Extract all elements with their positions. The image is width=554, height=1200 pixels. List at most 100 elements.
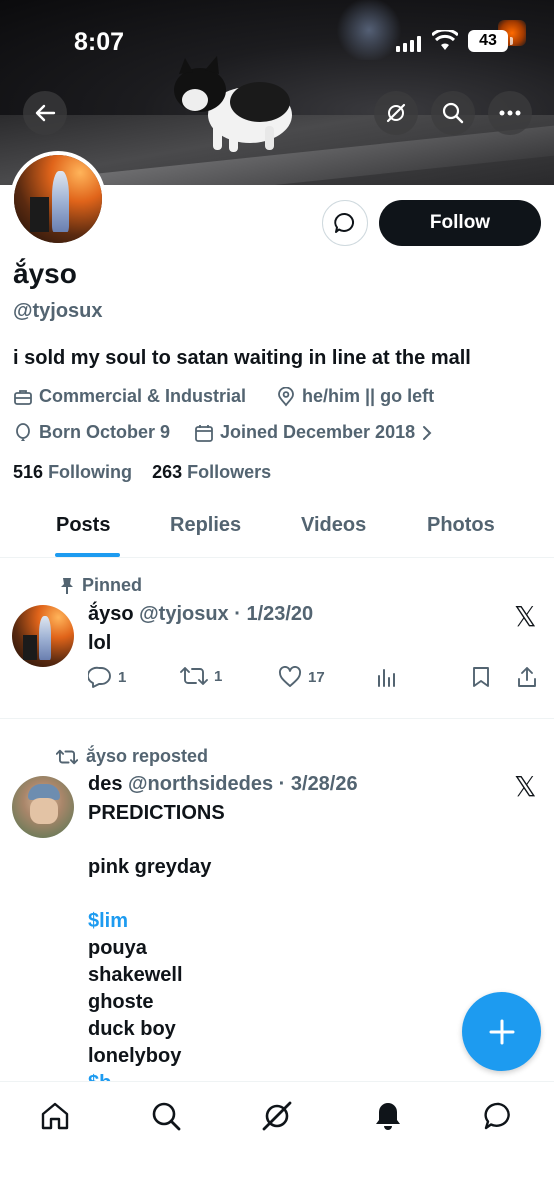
profile-tabs: Posts Replies Videos Photos bbox=[0, 500, 554, 558]
pinned-label: Pinned bbox=[60, 575, 142, 596]
grok-button[interactable] bbox=[374, 91, 418, 135]
tab-videos[interactable]: Videos bbox=[301, 514, 366, 537]
post-actions: 1 1 17 bbox=[88, 666, 543, 694]
nav-grok[interactable] bbox=[260, 1099, 294, 1133]
location-text: he/him || go left bbox=[302, 386, 435, 406]
grok-icon bbox=[386, 103, 406, 123]
more-button[interactable] bbox=[488, 91, 532, 135]
profile-birthday: Born October 9 bbox=[13, 422, 170, 443]
wifi-icon bbox=[432, 30, 458, 50]
tab-replies[interactable]: Replies bbox=[170, 514, 241, 537]
search-icon bbox=[442, 102, 464, 124]
status-time: 8:07 bbox=[74, 28, 125, 56]
display-name: ắyso bbox=[13, 258, 77, 289]
profile-joined[interactable]: Joined December 2018 bbox=[194, 422, 433, 443]
repost-context: ắyso reposted bbox=[56, 746, 208, 767]
post-line: ghoste bbox=[88, 991, 154, 1013]
grok-icon bbox=[262, 1101, 292, 1131]
x-logo-icon: 𝕏 bbox=[514, 601, 537, 632]
repost-context-text: ắyso reposted bbox=[86, 746, 209, 766]
status-bar: 8:07 43 bbox=[0, 24, 554, 60]
chevron-right-icon bbox=[423, 425, 432, 440]
following-link[interactable]: 516 Following bbox=[13, 462, 132, 482]
nav-home[interactable] bbox=[38, 1099, 72, 1133]
birthday-text: Born October 9 bbox=[39, 422, 171, 442]
post-text: lol bbox=[88, 632, 112, 654]
heart-icon bbox=[279, 666, 301, 687]
bell-icon bbox=[376, 1103, 400, 1130]
profile-bio: i sold my soul to satan waiting in line … bbox=[13, 347, 471, 369]
repost-icon bbox=[56, 749, 78, 764]
nav-notifications[interactable] bbox=[371, 1099, 405, 1133]
share-button[interactable] bbox=[516, 666, 538, 688]
post-avatar[interactable] bbox=[12, 605, 74, 667]
pin-icon bbox=[61, 577, 73, 594]
bottom-nav bbox=[0, 1081, 554, 1200]
follow-counts: 516 Following 263 Followers bbox=[13, 462, 271, 483]
tab-posts[interactable]: Posts bbox=[56, 514, 110, 537]
category-text: Commercial & Industrial bbox=[39, 386, 247, 406]
message-button[interactable] bbox=[322, 200, 368, 246]
post-line-blank bbox=[88, 827, 225, 854]
reply-count: 1 bbox=[118, 668, 127, 686]
profile-handle: @tyjosux bbox=[13, 300, 103, 322]
cashtag-link[interactable]: $lim bbox=[88, 908, 225, 935]
chat-bubble-icon bbox=[334, 212, 354, 233]
post-line: pouya bbox=[88, 937, 147, 959]
follow-button[interactable]: Follow bbox=[379, 200, 541, 246]
chat-bubble-icon bbox=[484, 1102, 510, 1130]
x-logo-icon: 𝕏 bbox=[514, 771, 537, 802]
repost-button[interactable]: 1 bbox=[180, 666, 222, 686]
battery-indicator: 43 bbox=[468, 30, 513, 52]
back-arrow-icon bbox=[35, 104, 56, 122]
post-body: PREDICTIONS pink greyday $lim pouya shak… bbox=[88, 800, 225, 1097]
post-divider bbox=[0, 718, 554, 719]
calendar-icon bbox=[195, 424, 213, 442]
home-icon bbox=[41, 1102, 69, 1130]
post-line: PREDICTIONS bbox=[88, 802, 225, 824]
bookmark-button[interactable] bbox=[471, 666, 491, 688]
post-line: duck boy bbox=[88, 1018, 176, 1040]
search-icon bbox=[152, 1102, 181, 1131]
nav-messages[interactable] bbox=[482, 1099, 516, 1133]
search-button[interactable] bbox=[431, 91, 475, 135]
post-author-name[interactable]: des bbox=[88, 773, 122, 795]
nav-search[interactable] bbox=[149, 1099, 183, 1133]
post-author-name[interactable]: ắyso bbox=[88, 603, 134, 625]
post-handle-date: @tyjosux · 1/23/20 bbox=[139, 603, 314, 625]
post-line-blank bbox=[88, 881, 225, 908]
signal-icon bbox=[396, 36, 421, 52]
bookmark-icon bbox=[473, 667, 489, 687]
post-header: des @northsidedes · 3/28/26 bbox=[88, 773, 358, 796]
post-line: pink greyday bbox=[88, 856, 212, 878]
profile-avatar[interactable] bbox=[10, 151, 106, 247]
post-line: lonelyboy bbox=[88, 1045, 182, 1067]
like-button[interactable]: 17 bbox=[278, 666, 325, 688]
reply-button[interactable]: 1 bbox=[88, 666, 126, 688]
more-dots-icon bbox=[499, 110, 521, 116]
balloon-icon bbox=[16, 422, 30, 441]
location-pin-icon bbox=[278, 386, 294, 406]
tab-photos[interactable]: Photos bbox=[427, 514, 495, 537]
profile-category: Commercial & Industrial bbox=[13, 386, 246, 407]
plus-icon bbox=[489, 1019, 514, 1044]
views-button[interactable] bbox=[376, 666, 398, 688]
briefcase-icon bbox=[14, 389, 32, 405]
followers-link[interactable]: 263 Followers bbox=[152, 462, 271, 482]
back-button[interactable] bbox=[23, 91, 67, 135]
avatar-photo bbox=[14, 155, 102, 243]
repost-count: 1 bbox=[214, 667, 223, 685]
reply-icon bbox=[88, 666, 111, 688]
post-handle-date: @northsidedes · 3/28/26 bbox=[128, 773, 358, 795]
active-tab-indicator bbox=[55, 553, 120, 557]
repost-icon bbox=[180, 667, 208, 685]
post-line: shakewell bbox=[88, 964, 183, 986]
profile-location: he/him || go left bbox=[276, 386, 434, 407]
joined-text: Joined December 2018 bbox=[220, 422, 416, 442]
kitten-image bbox=[174, 56, 292, 152]
post-header: ắyso @tyjosux · 1/23/20 bbox=[88, 603, 313, 626]
post-avatar[interactable] bbox=[12, 776, 74, 838]
pinned-text: Pinned bbox=[82, 575, 143, 595]
compose-button[interactable] bbox=[462, 992, 541, 1071]
analytics-icon bbox=[378, 669, 395, 687]
